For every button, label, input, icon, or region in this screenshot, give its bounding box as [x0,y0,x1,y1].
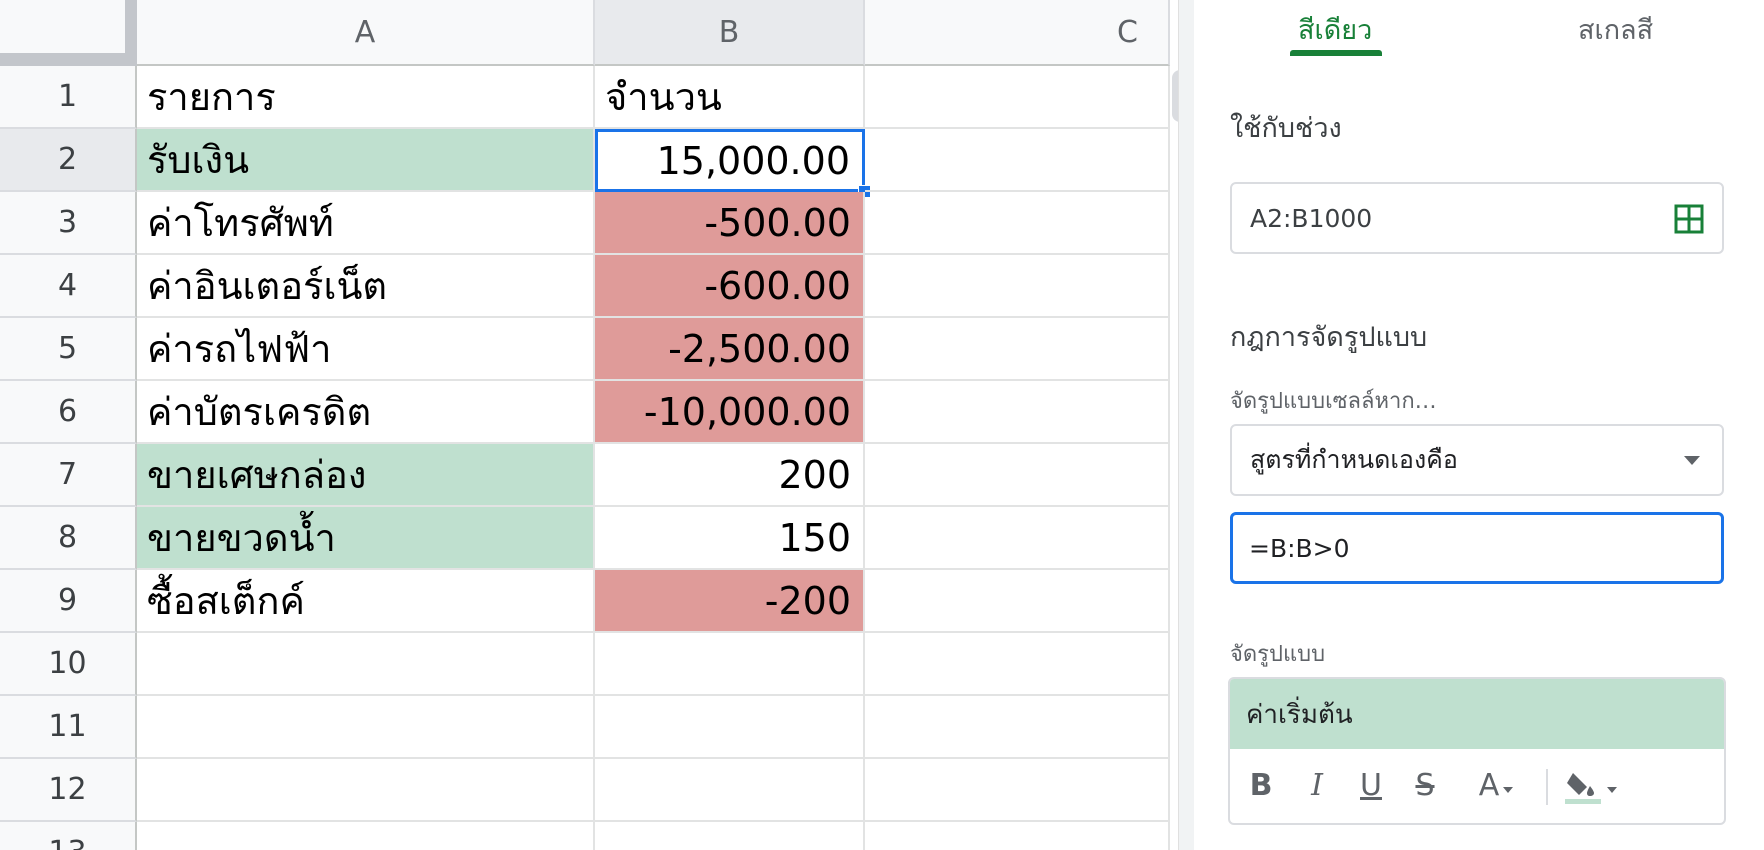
column-header-b[interactable]: B [595,0,865,66]
row-header[interactable]: 7 [0,444,137,507]
chevron-down-icon [1503,787,1514,793]
cell-a[interactable] [137,759,595,822]
row-header[interactable]: 11 [0,696,137,759]
spreadsheet-grid[interactable]: A B C 1 รายการ จำนวน 2 รับเงิน 15,000.00 3 ค่าโ… [0,0,1178,850]
formula-value: =B:B>0 [1249,533,1350,563]
preview-text: ค่าเริ่มต้น [1246,699,1353,730]
column-header-c[interactable]: C [865,0,1170,66]
cell-a[interactable]: ขายเศษกล่อง [137,444,595,507]
cell-b[interactable] [595,696,865,759]
cell-b[interactable] [595,759,865,822]
range-input[interactable]: A2:B1000 [1230,182,1724,254]
cell-b[interactable]: -500.00 [595,192,865,255]
row-header[interactable]: 3 [0,192,137,255]
underline-button[interactable]: U [1356,765,1386,805]
row-header[interactable]: 4 [0,255,137,318]
condition-dropdown[interactable]: สูตรที่กำหนดเองคือ [1230,424,1724,496]
cell-a[interactable]: ค่ารถไฟฟ้า [137,318,595,381]
cell-b[interactable]: จำนวน [595,66,865,129]
grid-icon[interactable] [1674,204,1704,234]
chevron-down-icon [1607,787,1617,793]
cell-a[interactable]: รับเงิน [137,129,595,192]
cell-b[interactable]: -200 [595,570,865,633]
freeze-handle-horizontal[interactable] [0,53,137,66]
column-header-a[interactable]: A [137,0,595,66]
format-toolbar: B I U S A [1230,749,1724,823]
cell-b[interactable]: -2,500.00 [595,318,865,381]
sheet-panel-divider [1178,0,1195,850]
paint-bucket-icon [1565,773,1601,804]
cell-a[interactable] [137,822,595,850]
bold-button[interactable]: B [1246,765,1276,805]
active-cell[interactable]: 15,000.00 [595,129,865,192]
cell-b[interactable] [595,822,865,850]
text-color-button[interactable]: A [1470,765,1522,805]
cell-c[interactable] [865,381,1170,444]
apply-to-range-label: ใช้กับช่วง [1230,113,1342,144]
row-header[interactable]: 13 [0,822,137,850]
row-header[interactable]: 5 [0,318,137,381]
cell-a[interactable]: รายการ [137,66,595,129]
cell-c[interactable] [865,507,1170,570]
cell-a[interactable]: ค่าโทรศัพท์ [137,192,595,255]
format-rules-title: กฎการจัดรูปแบบ [1230,322,1428,353]
cell-a[interactable] [137,696,595,759]
condition-label: จัดรูปแบบเซลล์หาก… [1230,389,1437,414]
format-preview[interactable]: ค่าเริ่มต้น [1230,679,1724,749]
cell-b[interactable] [595,633,865,696]
cell-a[interactable]: ค่าบัตรเครดิต [137,381,595,444]
row-header[interactable]: 2 [0,129,137,192]
chevron-down-icon [1684,456,1700,465]
cell-a[interactable] [137,633,595,696]
tab-color-scale[interactable]: สเกลสี [1578,8,1653,51]
italic-button[interactable]: I [1302,765,1332,805]
cell-c[interactable] [865,759,1170,822]
cell-b[interactable]: 150 [595,507,865,570]
active-tab-indicator [1290,50,1382,56]
row-header[interactable]: 12 [0,759,137,822]
select-all-corner[interactable] [0,0,125,53]
fill-color-button[interactable] [1560,765,1620,805]
formatting-style-card: ค่าเริ่มต้น B I U S A [1228,677,1726,825]
cell-c[interactable] [865,255,1170,318]
row-header[interactable]: 10 [0,633,137,696]
cell-c[interactable] [865,129,1170,192]
strikethrough-button[interactable]: S [1410,765,1440,805]
cell-b[interactable]: 200 [595,444,865,507]
text-color-icon: A [1478,767,1500,803]
conditional-format-panel: สีเดียว สเกลสี ใช้กับช่วง A2:B1000 กฎการ… [1194,0,1764,850]
cell-a[interactable]: ซื้อสเต็กค์ [137,570,595,633]
cell-b[interactable]: -10,000.00 [595,381,865,444]
custom-formula-input[interactable]: =B:B>0 [1230,512,1724,584]
cell-c[interactable] [865,570,1170,633]
row-header[interactable]: 6 [0,381,137,444]
cell-c[interactable] [865,444,1170,507]
cell-c[interactable] [865,318,1170,381]
row-header[interactable]: 8 [0,507,137,570]
cell-c[interactable] [865,192,1170,255]
tab-single-color[interactable]: สีเดียว [1298,8,1372,51]
row-header[interactable]: 1 [0,66,137,129]
toolbar-divider [1546,769,1548,805]
formatting-style-label: จัดรูปแบบ [1230,642,1326,667]
cell-b[interactable]: -600.00 [595,255,865,318]
range-value: A2:B1000 [1250,203,1373,233]
condition-value: สูตรที่กำหนดเองคือ [1250,445,1458,474]
cell-c[interactable] [865,822,1170,850]
cell-c[interactable] [865,696,1170,759]
cell-a[interactable]: ค่าอินเตอร์เน็ต [137,255,595,318]
cell-a[interactable]: ขายขวดน้ำ [137,507,595,570]
cell-c[interactable] [865,633,1170,696]
row-header[interactable]: 9 [0,570,137,633]
cell-c[interactable] [865,66,1170,129]
